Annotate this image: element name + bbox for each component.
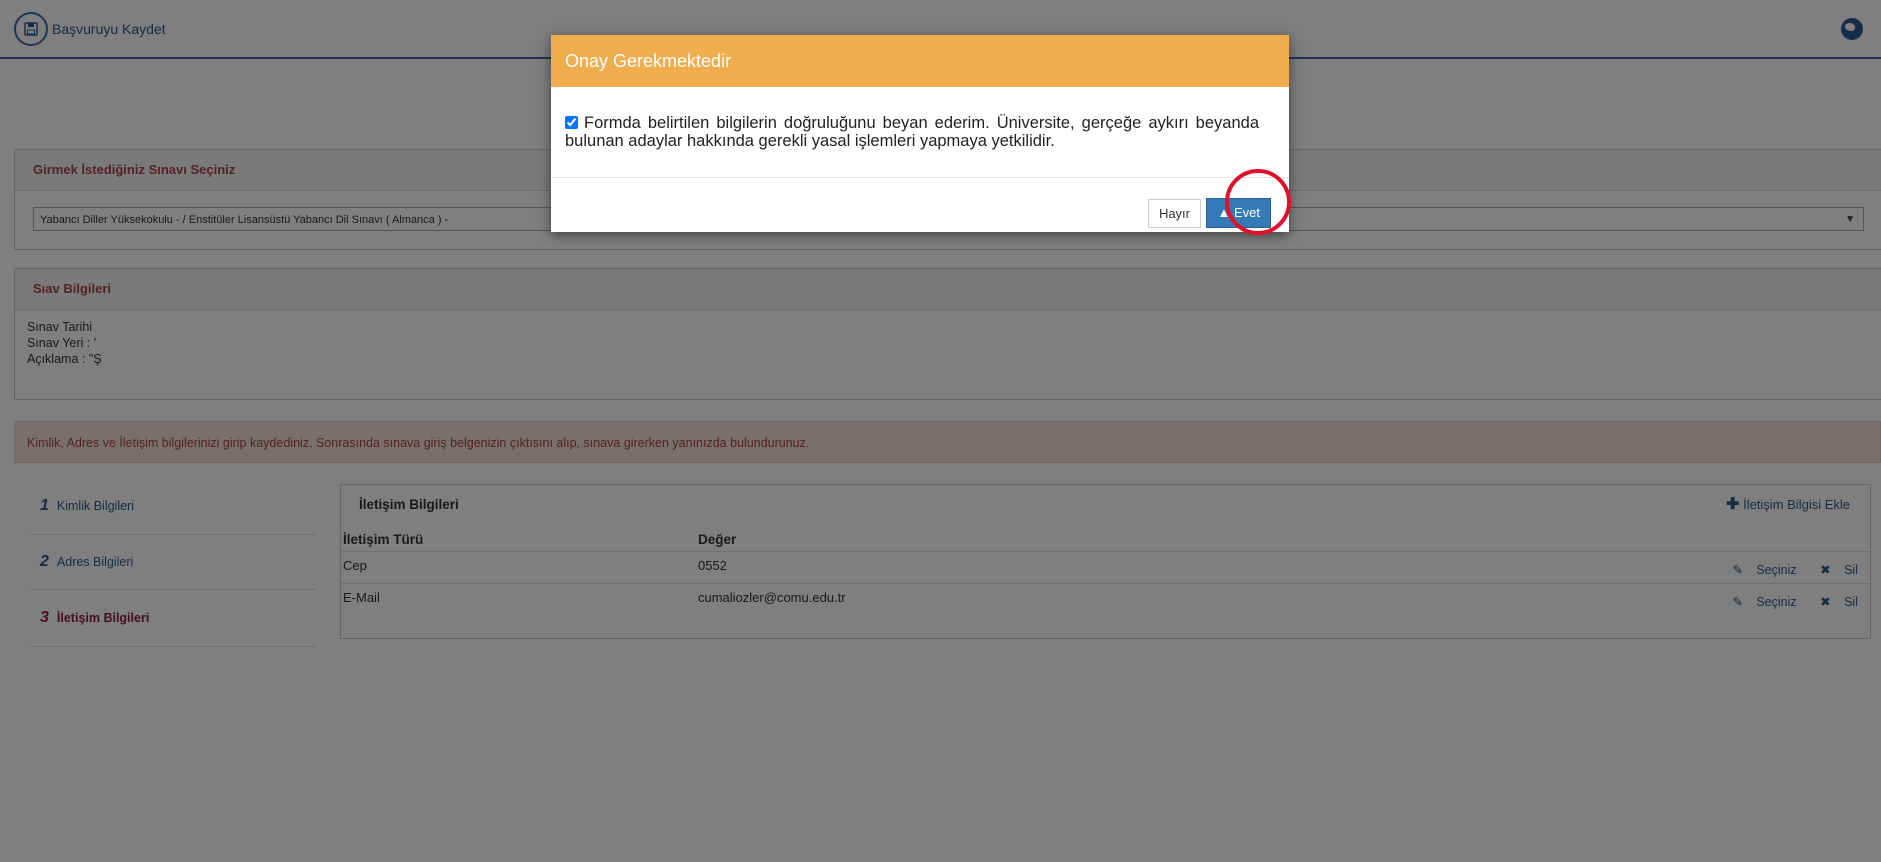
modal-body: Formda belirtilen bilgilerin doğruluğunu… <box>565 114 1259 150</box>
modal-title: Onay Gerekmektedir <box>551 35 1289 87</box>
declaration-text: Formda belirtilen bilgilerin doğruluğunu… <box>565 114 1259 150</box>
warning-icon: ▲ <box>1217 205 1231 220</box>
yes-label: Evet <box>1233 205 1260 220</box>
modal-footer: Hayır ▲ Evet <box>551 177 1289 228</box>
yes-button[interactable]: ▲ Evet <box>1206 198 1271 228</box>
declaration-checkbox[interactable] <box>565 116 578 129</box>
confirmation-modal: Onay Gerekmektedir Formda belirtilen bil… <box>551 35 1289 232</box>
no-button[interactable]: Hayır <box>1147 199 1201 228</box>
